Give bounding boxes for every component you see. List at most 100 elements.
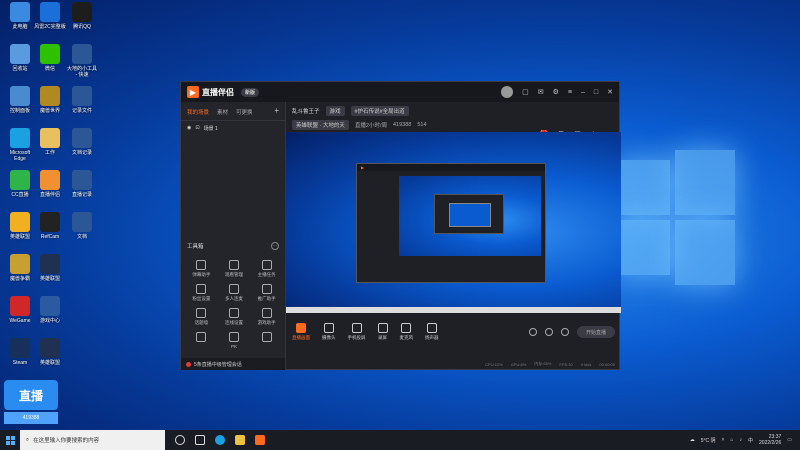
- desktop-icon[interactable]: 游戏中心: [34, 296, 66, 324]
- desktop-icon-label: 英雄联盟: [39, 276, 60, 282]
- desktop-icon[interactable]: 微信: [34, 44, 66, 72]
- close-icon[interactable]: ✕: [607, 88, 613, 96]
- tool-label: 主播任务: [257, 272, 276, 277]
- toolbox-item[interactable]: 推广助手: [250, 284, 283, 302]
- file-explorer-icon[interactable]: [235, 435, 245, 445]
- more-icon[interactable]: ···: [271, 242, 279, 250]
- desktop-icon[interactable]: RefCam: [34, 212, 66, 240]
- minimize-icon[interactable]: –: [581, 89, 585, 96]
- live-preview[interactable]: ▶: [286, 132, 621, 313]
- desktop-icon[interactable]: 控制面板: [4, 86, 36, 114]
- toolbox-item[interactable]: PK: [218, 332, 251, 349]
- app-icon: [40, 44, 60, 64]
- desktop-icon[interactable]: 魔兽世界: [34, 86, 66, 114]
- toolbox-item[interactable]: 弹幕助手: [185, 260, 218, 278]
- maximize-icon[interactable]: □: [594, 89, 598, 96]
- toolbox-item[interactable]: 游戏助手: [250, 308, 283, 326]
- skin-icon[interactable]: ▢: [522, 88, 529, 96]
- visibility-icon[interactable]: ◉: [187, 125, 191, 132]
- desktop-icon[interactable]: Microsoft Edge: [4, 128, 36, 162]
- tool-icon: [228, 260, 239, 270]
- notification-icon[interactable]: ▭: [787, 437, 792, 443]
- weather-text[interactable]: 5°C 阴: [701, 437, 716, 444]
- message-icon[interactable]: ✉: [538, 88, 544, 96]
- desktop-icon[interactable]: 风雷2C完整版: [34, 2, 66, 30]
- tool-label: 弹幕助手: [192, 272, 211, 277]
- version-badge[interactable]: 新版: [241, 87, 260, 97]
- scene-item[interactable]: ◉ ⊡ 场景 1: [181, 121, 285, 136]
- screen-record-button[interactable]: 录屏: [377, 323, 388, 341]
- desktop-icon[interactable]: 回收站: [4, 44, 36, 72]
- toolbox-item[interactable]: 多人连麦: [218, 284, 251, 302]
- avatar[interactable]: [501, 86, 514, 98]
- chevron-up-icon[interactable]: ˄: [722, 437, 725, 443]
- cortana-icon[interactable]: [175, 435, 185, 445]
- app-icon: [10, 2, 30, 22]
- toolbox-item[interactable]: 连线设置: [218, 308, 251, 326]
- desktop-icon[interactable]: 文档: [66, 212, 98, 240]
- tool-icon: [261, 332, 272, 342]
- desktop-icon-label: 文档: [76, 234, 87, 240]
- desktop-icon[interactable]: Steam: [4, 338, 36, 366]
- app-icon: [10, 170, 30, 190]
- game-chip[interactable]: 英雄联盟 · 大地的天: [292, 120, 349, 130]
- gear-icon[interactable]: [561, 328, 569, 336]
- tab-my-scene[interactable]: 我的场景: [187, 108, 209, 116]
- start-button[interactable]: [0, 430, 20, 450]
- desktop-icon[interactable]: 记录文件: [66, 86, 98, 114]
- desktop-icon[interactable]: 直播记录: [66, 170, 98, 198]
- lock-icon[interactable]: ⊡: [195, 125, 199, 132]
- desktop-icon-label: 直播伴侣: [39, 192, 60, 198]
- desktop-icon[interactable]: WeGame: [4, 296, 36, 324]
- live-companion-taskbar-icon[interactable]: [255, 435, 265, 445]
- layout-icon[interactable]: [529, 328, 537, 336]
- tool-label: 推广助手: [257, 296, 276, 301]
- desktop-icon[interactable]: 大地的小工具 - 快速: [66, 44, 98, 78]
- go-live-button[interactable]: 开始直播: [577, 326, 615, 338]
- desktop-icon[interactable]: 魔兽争霸: [4, 254, 36, 282]
- tool-label: 粉丝设置: [192, 296, 211, 301]
- title-chip[interactable]: #炉石传说#全局出道: [350, 106, 409, 116]
- desktop-icon[interactable]: 英雄联盟: [34, 338, 66, 366]
- tab-replace[interactable]: 可更换: [236, 108, 253, 116]
- toolbox-item[interactable]: 主播任务: [250, 260, 283, 278]
- desktop-icon[interactable]: 工作: [34, 128, 66, 156]
- search-icon: ⌕: [26, 436, 30, 443]
- add-scene-icon[interactable]: +: [274, 107, 279, 116]
- tool-icon: [196, 284, 207, 294]
- toolbox-item[interactable]: [250, 332, 283, 349]
- desktop-icon[interactable]: 腾讯QQ: [66, 2, 98, 30]
- toolbox-item[interactable]: 话题墙: [185, 308, 218, 326]
- menu-icon[interactable]: ≡: [568, 89, 572, 96]
- volume-icon[interactable]: ♪: [740, 437, 743, 443]
- category-chip[interactable]: 游戏: [325, 106, 345, 116]
- clock[interactable]: 23:37 2022/2/26: [759, 434, 781, 446]
- ime-indicator[interactable]: 中: [748, 437, 753, 444]
- eye-icon[interactable]: [545, 328, 553, 336]
- microphone-button[interactable]: 麦克风: [400, 323, 413, 341]
- desktop-icon[interactable]: 英雄联盟: [34, 254, 66, 282]
- camera-button[interactable]: 摄像头: [322, 323, 336, 341]
- weather-icon[interactable]: ☁: [690, 437, 695, 443]
- network-icon[interactable]: ⌂: [730, 437, 733, 443]
- scene-label: 场景 1: [203, 126, 218, 132]
- desktop-icon[interactable]: 英雄联盟: [4, 212, 36, 240]
- live-overlay: 直播 419388: [4, 380, 58, 426]
- scene-tabs: 我的场景 素材 可更换 +: [181, 102, 285, 121]
- search-box[interactable]: ⌕ 在这里输入你要搜索的内容: [20, 430, 165, 450]
- live-screen-button[interactable]: 直播画面: [292, 323, 310, 341]
- speaker-button[interactable]: 扬声器: [425, 323, 439, 341]
- desktop-icon[interactable]: 此电脑: [4, 2, 36, 30]
- phone-cast-button[interactable]: 手机投屏: [348, 323, 366, 341]
- desktop-icon[interactable]: CC直播: [4, 170, 36, 198]
- edge-icon[interactable]: [215, 435, 225, 445]
- desktop-icon[interactable]: 文档记录: [66, 128, 98, 156]
- toolbox-item[interactable]: [185, 332, 218, 349]
- toolbox-item[interactable]: 观看管理: [218, 260, 251, 278]
- desktop-icon[interactable]: 直播伴侣: [34, 170, 66, 198]
- tab-material[interactable]: 素材: [217, 108, 228, 116]
- notice-bar[interactable]: 5条直播中级管理会话: [181, 358, 285, 370]
- settings-icon[interactable]: ⚙: [553, 88, 559, 96]
- toolbox-item[interactable]: 粉丝设置: [185, 284, 218, 302]
- task-view-icon[interactable]: [195, 435, 205, 445]
